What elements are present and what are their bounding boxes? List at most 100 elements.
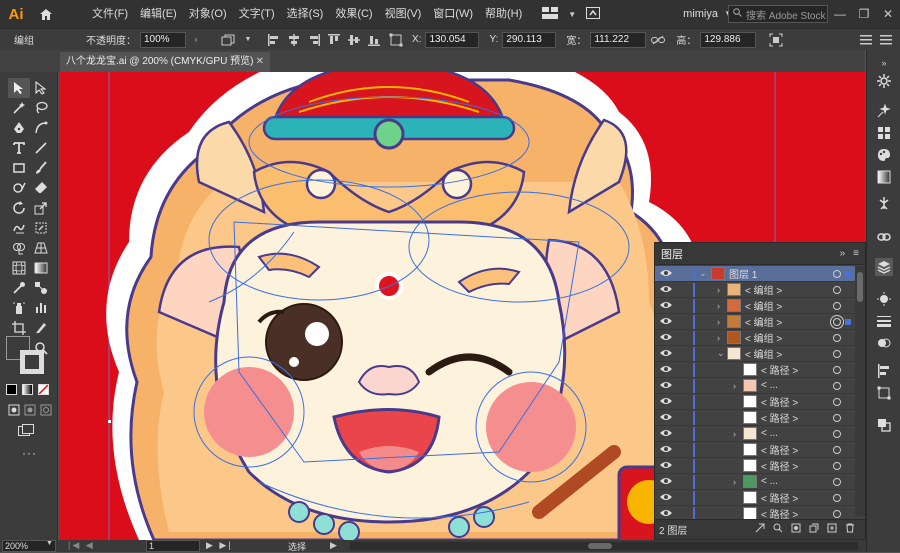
visibility-eye-icon[interactable] xyxy=(659,284,673,296)
layer-name[interactable]: < 编组 > xyxy=(745,346,782,361)
swatches-icon[interactable] xyxy=(875,124,893,142)
artboard-prev-icon[interactable]: |◀ ◀ xyxy=(68,540,95,551)
clipping-mask-icon[interactable] xyxy=(791,523,801,536)
align-hcenter-icon[interactable] xyxy=(286,32,302,48)
expand-chevron-down-icon[interactable]: ⌄ xyxy=(699,268,707,279)
color-mode-icon[interactable] xyxy=(6,384,17,395)
layer-row[interactable]: › < 编组 > xyxy=(655,330,855,346)
visibility-eye-icon[interactable] xyxy=(659,364,673,376)
curvature-tool-icon[interactable] xyxy=(30,118,52,138)
menu-item[interactable]: 帮助(H) xyxy=(479,0,528,28)
target-circle-icon[interactable] xyxy=(833,461,841,470)
gradient-panel-icon[interactable] xyxy=(875,168,893,186)
layer-row[interactable]: < 路径 > xyxy=(655,394,855,410)
draw-inside-icon[interactable] xyxy=(40,404,52,419)
layer-row[interactable]: › < 编组 > xyxy=(655,298,855,314)
width-input[interactable]: 111.222 xyxy=(590,31,647,48)
visibility-eye-icon[interactable] xyxy=(659,444,673,456)
warp-tool-icon[interactable] xyxy=(8,218,30,238)
panel-collapse-icon[interactable]: » xyxy=(840,248,846,259)
properties-icon[interactable] xyxy=(875,72,893,90)
shaper-tool-icon[interactable] xyxy=(8,178,30,198)
target-circle-icon[interactable] xyxy=(833,285,841,294)
visibility-eye-icon[interactable] xyxy=(659,412,673,424)
layers-scrollbar[interactable] xyxy=(855,266,865,516)
layer-row[interactable]: < 路径 > xyxy=(655,410,855,426)
layer-name[interactable]: < 路径 > xyxy=(761,394,798,409)
layer-name[interactable]: < ... xyxy=(761,380,778,391)
opacity-input[interactable]: 100% xyxy=(140,31,186,48)
visibility-eye-icon[interactable] xyxy=(659,428,673,440)
artboard-number-input[interactable]: 1 xyxy=(146,540,200,552)
export-layer-icon[interactable] xyxy=(755,523,765,536)
panel-menu-icon[interactable] xyxy=(858,32,874,48)
perspective-grid-tool-icon[interactable] xyxy=(30,238,52,258)
visibility-eye-icon[interactable] xyxy=(659,316,673,328)
column-graph-tool-icon[interactable] xyxy=(30,298,52,318)
user-name[interactable]: mimiya xyxy=(683,0,718,28)
visibility-eye-icon[interactable] xyxy=(659,492,673,504)
paintbrush-tool-icon[interactable] xyxy=(30,158,52,178)
align-vcenter-icon[interactable] xyxy=(346,32,362,48)
panel-menu-icon-2[interactable] xyxy=(878,32,894,48)
arrange-documents-icon[interactable] xyxy=(542,6,559,22)
delete-layer-icon[interactable] xyxy=(845,523,855,536)
layer-name[interactable]: < 路径 > xyxy=(761,442,798,457)
target-circle-icon[interactable] xyxy=(833,333,841,342)
horizontal-scrollbar[interactable] xyxy=(350,542,858,550)
menu-item[interactable]: 编辑(E) xyxy=(134,0,183,28)
opacity-arrow-icon[interactable]: › xyxy=(188,32,204,48)
layer-row[interactable]: < 路径 > xyxy=(655,458,855,474)
magic-wand-tool-icon[interactable] xyxy=(8,98,30,118)
chevron-down-icon[interactable]: ▼ xyxy=(568,10,576,19)
target-circle-icon[interactable] xyxy=(833,397,841,406)
layer-row[interactable]: < 路径 > xyxy=(655,490,855,506)
rotate-tool-icon[interactable] xyxy=(8,198,30,218)
menu-item[interactable]: 文字(T) xyxy=(233,0,281,28)
target-circle-icon[interactable] xyxy=(833,317,841,326)
layer-name[interactable]: < 编组 > xyxy=(745,282,782,297)
layer-name[interactable]: 图层 1 xyxy=(729,266,757,281)
visibility-eye-icon[interactable] xyxy=(659,460,673,472)
line-tool-icon[interactable] xyxy=(30,138,52,158)
visibility-eye-icon[interactable] xyxy=(659,508,673,520)
artboard-tool-icon[interactable] xyxy=(8,318,30,338)
stroke-swatch[interactable] xyxy=(20,350,44,374)
visibility-eye-icon[interactable] xyxy=(659,476,673,488)
layer-name[interactable]: < 编组 > xyxy=(745,314,782,329)
menu-item[interactable]: 视图(V) xyxy=(379,0,428,28)
shape-builder-tool-icon[interactable] xyxy=(8,238,30,258)
locate-object-icon[interactable] xyxy=(773,523,783,536)
layer-name[interactable]: < 路径 > xyxy=(761,490,798,505)
artboard-next-icon[interactable]: ▶ ▶| xyxy=(206,540,233,551)
layer-name[interactable]: < 路径 > xyxy=(761,362,798,377)
status-arrow-icon[interactable]: ▶ xyxy=(330,540,337,551)
type-tool-icon[interactable] xyxy=(8,138,30,158)
target-circle-icon[interactable] xyxy=(833,445,841,454)
target-circle-icon[interactable] xyxy=(833,301,841,310)
symbol-sprayer-tool-icon[interactable] xyxy=(8,298,30,318)
horizontal-scroll-thumb[interactable] xyxy=(588,543,612,549)
target-circle-icon[interactable] xyxy=(833,477,841,486)
close-icon[interactable]: ✕ xyxy=(876,0,900,28)
target-circle-icon[interactable] xyxy=(833,493,841,502)
visibility-eye-icon[interactable] xyxy=(659,268,673,280)
layer-row[interactable]: › < ... xyxy=(655,426,855,442)
slice-tool-icon[interactable] xyxy=(30,318,52,338)
home-icon[interactable] xyxy=(32,0,60,28)
stroke-panel-icon[interactable] xyxy=(875,312,893,330)
links-icon[interactable] xyxy=(875,228,893,246)
align-top-icon[interactable] xyxy=(326,32,342,48)
layer-row[interactable]: ⌄ < 编组 > xyxy=(655,346,855,362)
lasso-tool-icon[interactable] xyxy=(30,98,52,118)
free-transform-tool-icon[interactable] xyxy=(30,218,52,238)
send-icon[interactable] xyxy=(586,6,601,22)
draw-normal-icon[interactable] xyxy=(8,404,20,419)
layers-scroll-thumb[interactable] xyxy=(857,272,863,302)
height-input[interactable]: 129.886 xyxy=(700,31,757,48)
target-circle-icon[interactable] xyxy=(833,429,841,438)
layers-tab[interactable]: 图层 xyxy=(661,246,683,262)
layer-row[interactable]: › < 编组 > xyxy=(655,282,855,298)
new-sublayer-icon[interactable] xyxy=(809,523,819,536)
color-icon[interactable] xyxy=(875,146,893,164)
